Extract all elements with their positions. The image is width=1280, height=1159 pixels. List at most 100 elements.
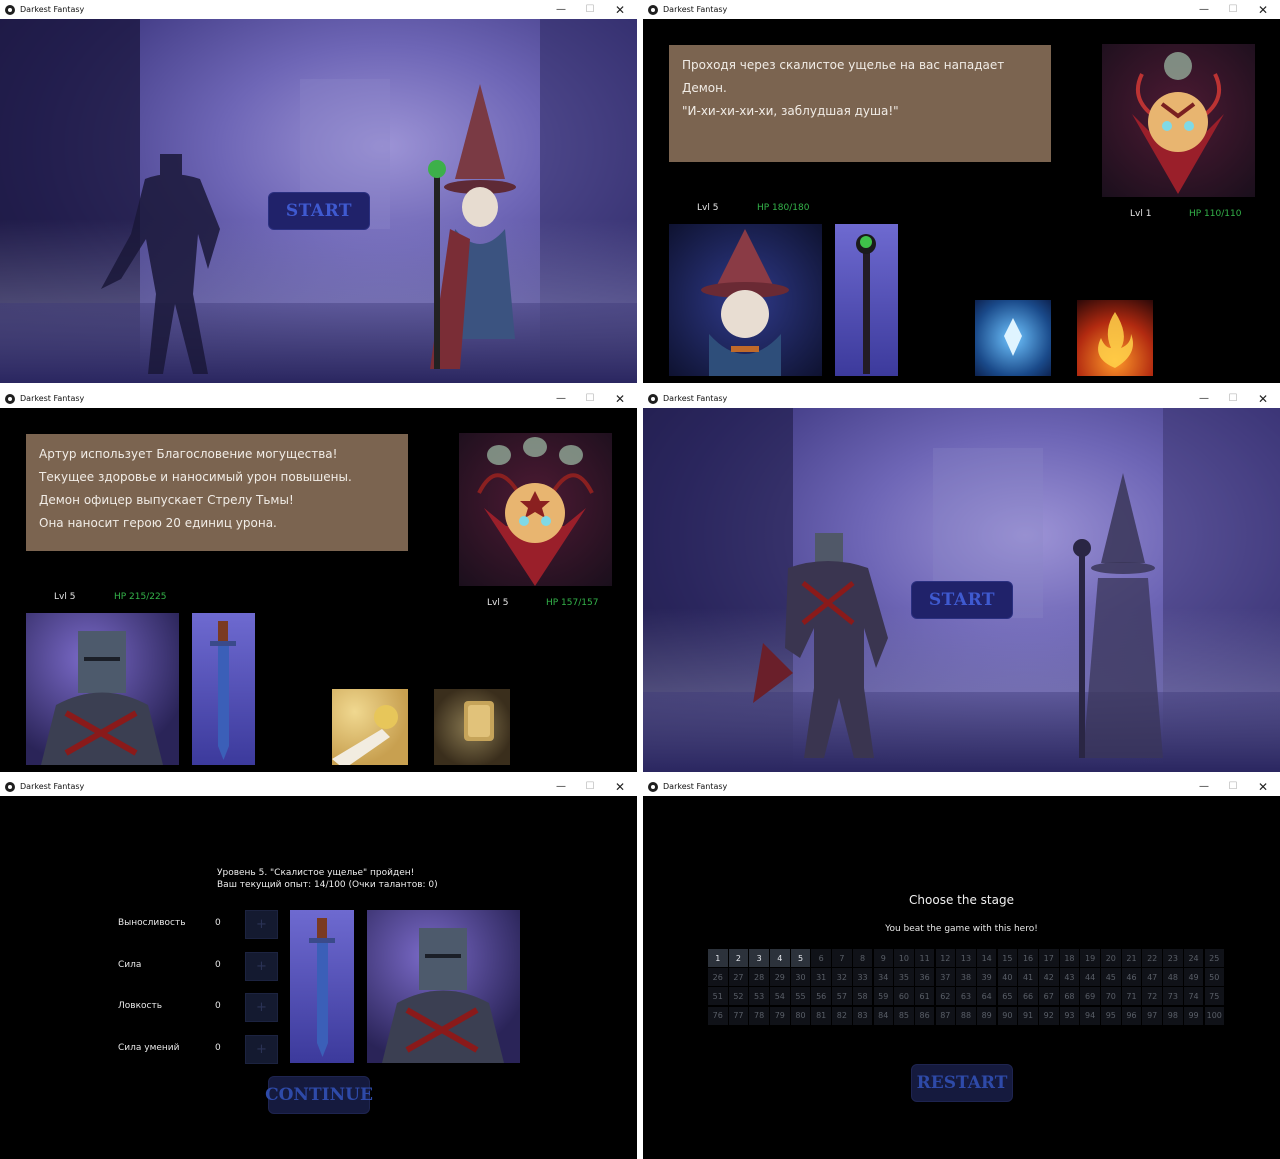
stage-button-5[interactable]: 5 bbox=[790, 949, 811, 967]
demon-officer-icon bbox=[477, 437, 594, 586]
stage-button-12: 12 bbox=[935, 949, 956, 967]
stage-button-34: 34 bbox=[873, 968, 893, 987]
stage-button-27: 27 bbox=[728, 968, 749, 987]
knight-icon bbox=[382, 928, 504, 1063]
titlebar[interactable]: Darkest Fantasy bbox=[0, 389, 637, 408]
maximize-icon[interactable]: ☐ bbox=[576, 0, 604, 19]
stage-button-1[interactable]: 1 bbox=[708, 949, 728, 967]
stage-button-26: 26 bbox=[708, 968, 728, 987]
stage-button-40: 40 bbox=[997, 968, 1018, 987]
mage-icon bbox=[701, 229, 789, 376]
stage-button-56: 56 bbox=[811, 987, 831, 1006]
continue-button[interactable]: CONTINUE bbox=[265, 1076, 373, 1114]
window-stage-select: Darkest Fantasy — ☐ ✕ Choose the stage Y… bbox=[643, 777, 1280, 1159]
enemy-level: Lvl 5 bbox=[487, 598, 509, 608]
titlebar[interactable]: Darkest Fantasy bbox=[643, 389, 1280, 408]
stage-button-76: 76 bbox=[708, 1006, 728, 1025]
result-text: Уровень 5. "Скалистое ущелье" пройден! В… bbox=[217, 867, 438, 891]
hero-hp: HP 180/180 bbox=[757, 203, 810, 213]
start-button[interactable]: START bbox=[911, 581, 1013, 619]
demon-icon bbox=[1132, 52, 1224, 194]
mage-silhouette bbox=[1073, 473, 1163, 758]
start-button[interactable]: START bbox=[268, 192, 370, 230]
skill-slot-1[interactable] bbox=[332, 689, 408, 765]
maximize-icon[interactable]: ☐ bbox=[1219, 0, 1247, 19]
stage-button-4[interactable]: 4 bbox=[770, 949, 790, 967]
stage-button-58: 58 bbox=[852, 987, 873, 1006]
stage-button-86: 86 bbox=[914, 1006, 935, 1025]
stage-button-55: 55 bbox=[790, 987, 811, 1006]
close-icon[interactable]: ✕ bbox=[1249, 0, 1277, 19]
stage-button-66: 66 bbox=[1018, 987, 1038, 1006]
stage-button-29: 29 bbox=[770, 968, 790, 987]
weapon-slot[interactable] bbox=[192, 613, 255, 765]
stage-button-60: 60 bbox=[894, 987, 914, 1006]
stage-button-95: 95 bbox=[1101, 1006, 1121, 1025]
maximize-icon[interactable]: ☐ bbox=[1219, 777, 1247, 796]
battle-log-line: Артур использует Благословение могуществ… bbox=[39, 447, 338, 461]
stage-button-35: 35 bbox=[894, 968, 914, 987]
stage-button-2[interactable]: 2 bbox=[728, 949, 749, 967]
stage-button-89: 89 bbox=[976, 1006, 997, 1025]
add-stamina-button[interactable]: + bbox=[245, 910, 278, 939]
battle-log-line: "И-хи-хи-хи-хи, заблудшая душа!" bbox=[682, 104, 899, 118]
stage-button-61: 61 bbox=[914, 987, 935, 1006]
app-icon bbox=[5, 4, 15, 15]
skill-slot-1[interactable] bbox=[975, 300, 1051, 376]
window-knight-battle: Darkest Fantasy — ☐ ✕ Артур использует Б… bbox=[0, 389, 637, 772]
minimize-icon[interactable]: — bbox=[1190, 389, 1218, 408]
app-icon bbox=[5, 781, 15, 792]
add-skill-power-button[interactable]: + bbox=[245, 1035, 278, 1064]
window-title: Darkest Fantasy bbox=[663, 782, 728, 791]
maximize-icon[interactable]: ☐ bbox=[576, 389, 604, 408]
stage-button-72: 72 bbox=[1142, 987, 1162, 1006]
stage-button-18: 18 bbox=[1059, 949, 1080, 967]
stat-value-agility: 0 bbox=[215, 1001, 221, 1011]
maximize-icon[interactable]: ☐ bbox=[1219, 389, 1247, 408]
stage-button-3[interactable]: 3 bbox=[749, 949, 769, 967]
titlebar[interactable]: Darkest Fantasy bbox=[0, 777, 637, 796]
stage-button-13: 13 bbox=[956, 949, 976, 967]
stat-value-skill-power: 0 bbox=[215, 1043, 221, 1053]
close-icon[interactable]: ✕ bbox=[606, 0, 634, 19]
skill-slot-2[interactable] bbox=[1077, 300, 1153, 376]
sword-icon bbox=[309, 918, 335, 1057]
restart-button[interactable]: RESTART bbox=[911, 1064, 1013, 1102]
weapon-slot bbox=[290, 910, 354, 1063]
minimize-icon[interactable]: — bbox=[1190, 777, 1218, 796]
shield-icon bbox=[464, 701, 494, 741]
close-icon[interactable]: ✕ bbox=[606, 389, 634, 408]
stage-button-94: 94 bbox=[1080, 1006, 1100, 1025]
titlebar[interactable]: Darkest Fantasy bbox=[643, 0, 1280, 19]
titlebar[interactable]: Darkest Fantasy bbox=[0, 0, 637, 19]
stage-button-22: 22 bbox=[1142, 949, 1162, 967]
add-agility-button[interactable]: + bbox=[245, 993, 278, 1022]
minimize-icon[interactable]: — bbox=[547, 389, 575, 408]
window-mage-battle: Darkest Fantasy — ☐ ✕ Проходя через скал… bbox=[643, 0, 1280, 383]
stage-button-82: 82 bbox=[832, 1006, 852, 1025]
window-title: Darkest Fantasy bbox=[663, 5, 728, 14]
close-icon[interactable]: ✕ bbox=[1249, 389, 1277, 408]
minimize-icon[interactable]: — bbox=[547, 777, 575, 796]
weapon-slot[interactable] bbox=[835, 224, 898, 376]
hero-portrait bbox=[26, 613, 179, 765]
mage-figure bbox=[428, 84, 516, 369]
stage-button-48: 48 bbox=[1163, 968, 1183, 987]
knight-silhouette bbox=[101, 154, 220, 374]
stage-button-51: 51 bbox=[708, 987, 728, 1006]
maximize-icon[interactable]: ☐ bbox=[576, 777, 604, 796]
stage-button-21: 21 bbox=[1121, 949, 1142, 967]
close-icon[interactable]: ✕ bbox=[1249, 777, 1277, 796]
titlebar[interactable]: Darkest Fantasy bbox=[643, 777, 1280, 796]
enemy-hp: HP 110/110 bbox=[1189, 209, 1242, 219]
close-icon[interactable]: ✕ bbox=[606, 777, 634, 796]
minimize-icon[interactable]: — bbox=[547, 0, 575, 19]
knight-icon bbox=[41, 631, 163, 765]
stage-button-38: 38 bbox=[956, 968, 976, 987]
stage-button-73: 73 bbox=[1163, 987, 1183, 1006]
skill-slot-2[interactable] bbox=[434, 689, 510, 765]
enemy-portrait bbox=[1102, 44, 1255, 197]
add-strength-button[interactable]: + bbox=[245, 952, 278, 981]
minimize-icon[interactable]: — bbox=[1190, 0, 1218, 19]
stage-button-42: 42 bbox=[1039, 968, 1059, 987]
